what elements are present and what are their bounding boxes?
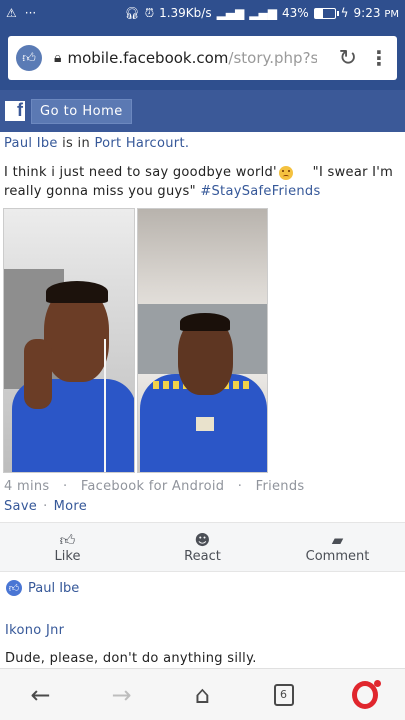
post-header: Paul Ibe is in Port Harcourt. (4, 136, 189, 151)
post-text: I think i just need to say goodbye world… (4, 163, 400, 201)
clock: 9:23 PM (353, 6, 399, 20)
more-options-icon[interactable]: ⋮ (369, 46, 389, 70)
headphones-icon: 🎧︎ (124, 6, 140, 20)
is-in-text: is in (62, 136, 91, 151)
forward-arrow-icon[interactable]: → (102, 681, 142, 709)
warning-icon: ⚠ (6, 6, 17, 20)
liker-row: 👍︎ Paul Ibe (6, 580, 79, 596)
liker-name[interactable]: Paul Ibe (28, 581, 79, 596)
post-audience: Friends (255, 479, 305, 494)
post-photo-2[interactable] (137, 208, 268, 473)
location-link[interactable]: Port Harcourt. (94, 136, 189, 151)
more-notifications-icon: ··· (24, 6, 37, 20)
thumbs-up-icon: 👍︎ (59, 530, 76, 549)
facebook-site-icon[interactable]: 👍︎ (16, 45, 42, 71)
post-meta: 4 mins · Facebook for Android · Friends (4, 479, 305, 494)
post-photo-1[interactable] (3, 208, 135, 473)
url-text[interactable]: mobile.facebook.com/story.php?story_ (67, 49, 317, 67)
charging-icon: ϟ (340, 6, 349, 20)
network-speed: 1.39Kb/s (159, 6, 212, 20)
back-arrow-icon[interactable]: ← (21, 681, 61, 709)
facebook-header: f Go to Home (0, 90, 405, 132)
signal-icon: ▂▄▆ (216, 6, 245, 20)
go-to-home-button[interactable]: Go to Home (31, 98, 132, 124)
comment-button[interactable]: ▰ Comment (270, 523, 405, 571)
post-time[interactable]: 4 mins (4, 479, 50, 494)
smiley-icon: ☻ (194, 530, 211, 549)
like-button[interactable]: 👍︎ Like (0, 523, 135, 571)
reload-icon[interactable]: ↻ (339, 46, 357, 71)
tabs-button[interactable]: 6 (264, 683, 304, 706)
comment-label: Comment (305, 548, 370, 564)
reaction-bar: 👍︎ Like ☻ React ▰ Comment (0, 522, 405, 572)
like-label: Like (54, 548, 81, 564)
like-reaction-icon: 👍︎ (6, 580, 22, 596)
post-author-link[interactable]: Paul Ibe (4, 136, 58, 151)
save-link[interactable]: Save (4, 499, 37, 514)
facebook-logo-icon[interactable]: f (5, 100, 25, 121)
status-bar: ⚠ ··· 🎧︎ ⏰︎ 1.39Kb/s ▂▄▆ ▂▄▆ 43% ϟ 9:23 … (0, 0, 405, 26)
opera-menu-icon[interactable] (345, 679, 385, 709)
battery-icon (313, 7, 339, 19)
comment-bubble-icon: ▰ (331, 530, 344, 549)
status-right: 🎧︎ ⏰︎ 1.39Kb/s ▂▄▆ ▂▄▆ 43% ϟ 9:23 PM (124, 6, 399, 21)
home-icon[interactable]: ⌂ (183, 681, 223, 709)
browser-toolbar: 👍︎ 🔒︎ mobile.facebook.com/story.php?stor… (0, 26, 405, 90)
address-bar[interactable]: 👍︎ 🔒︎ mobile.facebook.com/story.php?stor… (8, 36, 397, 80)
react-label: React (184, 548, 221, 564)
status-left: ⚠ ··· (6, 6, 36, 20)
comment-author[interactable]: Ikono Jnr (5, 623, 64, 638)
signal-icon-2: ▂▄▆ (249, 6, 277, 20)
react-button[interactable]: ☻ React (135, 523, 270, 571)
post-text-part1: I think i just need to say goodbye world… (4, 165, 277, 180)
tabs-count: 6 (273, 683, 294, 706)
hashtag-link[interactable]: #StaySafeFriends (200, 184, 320, 199)
sad-face-icon (278, 165, 293, 180)
post-source: Facebook for Android (80, 479, 225, 494)
comment-text: Dude, please, don't do anything silly. (5, 651, 257, 666)
battery-percent: 43% (281, 6, 309, 20)
post-actions: Save · More (4, 499, 87, 514)
more-link[interactable]: More (54, 499, 87, 514)
lock-icon[interactable]: 🔒︎ (54, 50, 61, 66)
browser-bottom-nav: ← → ⌂ 6 (0, 668, 405, 720)
alarm-icon: ⏰︎ (144, 5, 155, 20)
